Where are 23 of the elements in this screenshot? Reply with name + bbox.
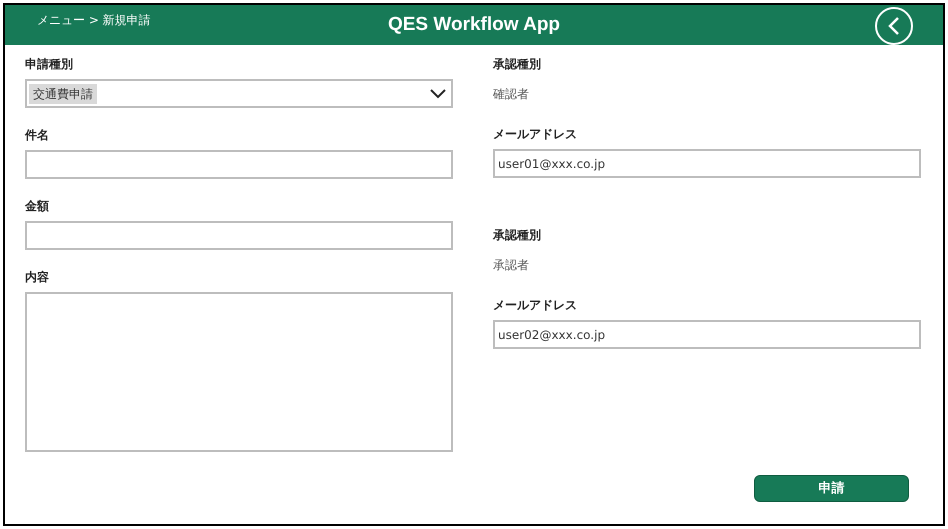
approval-type-value: 承認者	[493, 257, 530, 273]
app-title: QES Workflow App	[388, 12, 560, 37]
field-label: 内容	[25, 269, 50, 285]
breadcrumb: メニュー > 新規申請	[37, 12, 151, 29]
email-label: メールアドレス	[493, 126, 578, 142]
approval-type-value: 確認者	[493, 86, 530, 102]
back-button[interactable]	[875, 7, 913, 45]
email-label: メールアドレス	[493, 297, 578, 313]
chevron-down-icon	[430, 88, 446, 98]
email-field[interactable]: user01@xxx.co.jp	[493, 149, 921, 178]
text-field[interactable]	[25, 221, 453, 250]
email-field[interactable]: user02@xxx.co.jp	[493, 320, 921, 349]
approval-type-label: 承認種別	[493, 227, 542, 243]
dropdown[interactable]: 交通費申請	[25, 79, 453, 108]
text-field[interactable]	[25, 150, 453, 179]
text-area[interactable]	[25, 292, 453, 452]
submit-button[interactable]: 申請	[754, 475, 909, 502]
field-label: 申請種別	[25, 56, 74, 72]
field-label: 金額	[25, 198, 50, 214]
field-label: 件名	[25, 127, 50, 143]
selected-value: 交通費申請	[29, 84, 97, 104]
approval-type-label: 承認種別	[493, 56, 542, 72]
chevron-left-icon	[888, 16, 900, 36]
